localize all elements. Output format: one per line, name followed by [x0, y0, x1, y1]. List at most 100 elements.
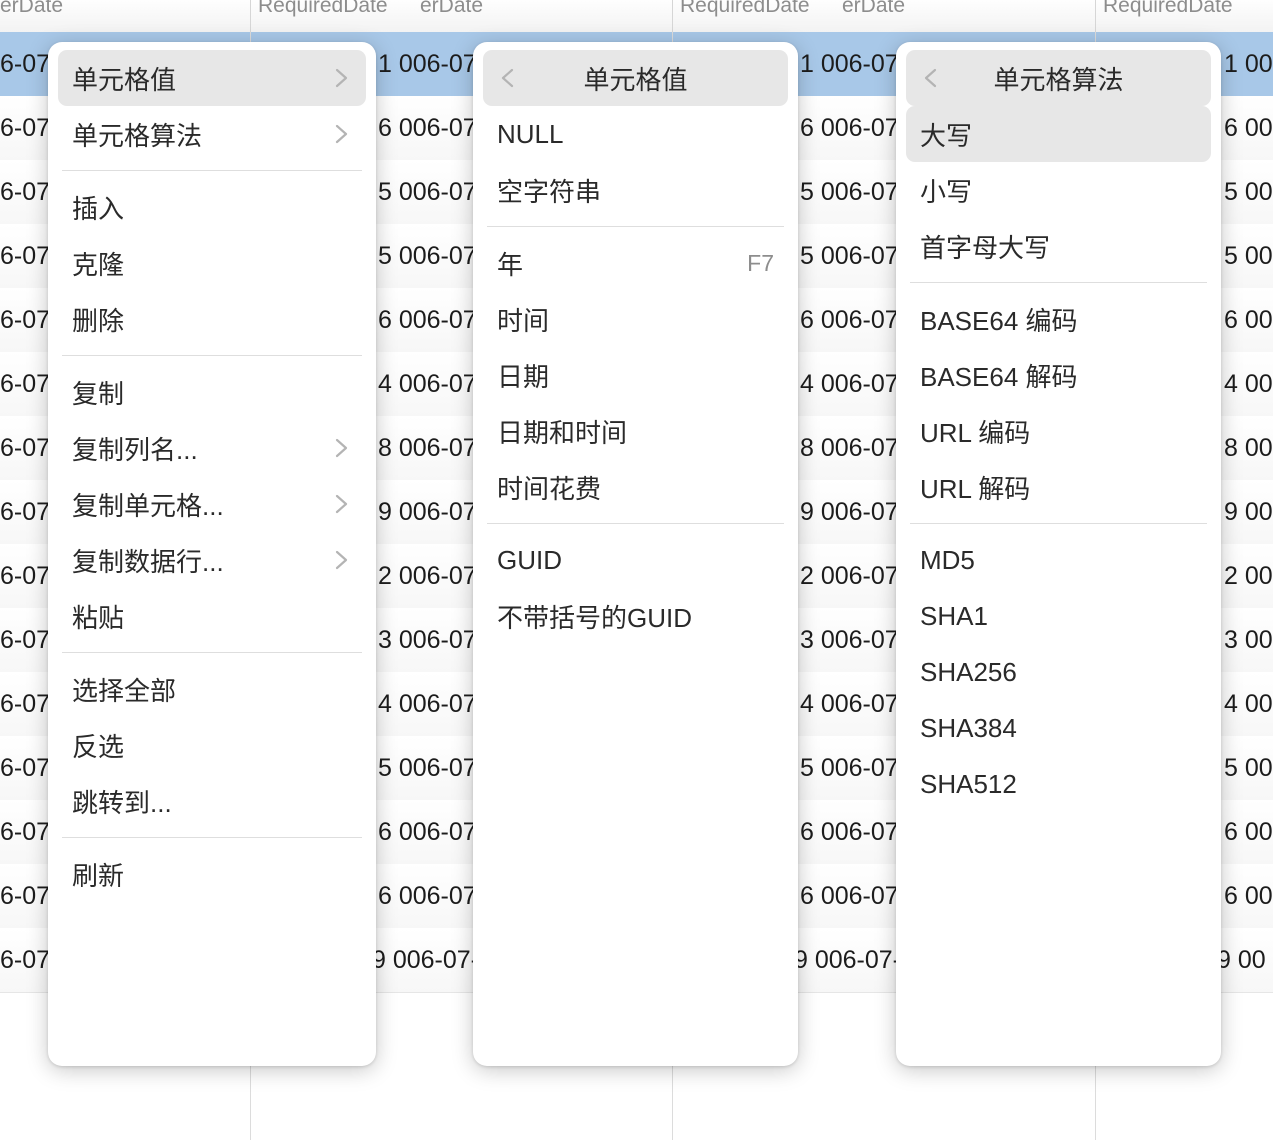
menu-item-label: 单元格值	[72, 64, 177, 95]
menu-item[interactable]: 粘贴	[58, 588, 366, 644]
chevron-left-icon[interactable]	[920, 67, 942, 89]
column-header[interactable]: erDate	[842, 0, 1092, 22]
column-header[interactable]: RequiredDate	[1103, 0, 1273, 22]
menu-item[interactable]: 年 F7	[483, 235, 788, 291]
grid-cell[interactable]: 4 00	[1224, 672, 1273, 736]
menu-item[interactable]: NULL	[483, 106, 788, 162]
column-header[interactable]: erDate	[0, 0, 250, 22]
menu-separator	[487, 523, 784, 524]
menu-item[interactable]: 单元格值	[58, 50, 366, 106]
menu-item[interactable]: 时间花费	[483, 459, 788, 515]
menu-item-label: URL 解码	[920, 473, 1031, 504]
grid-cell[interactable]: 9 00	[1224, 480, 1273, 544]
menu-item[interactable]: SHA1	[906, 588, 1211, 644]
menu-item[interactable]: 复制单元格...	[58, 476, 366, 532]
menu-item[interactable]: GUID	[483, 532, 788, 588]
menu-item[interactable]: 小写	[906, 162, 1211, 218]
context-menu[interactable]: 单元格值单元格算法插入克隆删除复制复制列名... 复制单元格... 复制数据行...…	[48, 42, 376, 1066]
menu-item[interactable]: 空字符串	[483, 162, 788, 218]
chevron-right-icon	[335, 124, 348, 144]
menu-item-label: 小写	[920, 176, 973, 207]
menu-separator	[910, 523, 1207, 524]
menu-item-label: SHA512	[920, 768, 1017, 799]
menu-separator	[62, 355, 362, 356]
menu-item-label: 日期	[497, 361, 550, 392]
menu-item[interactable]: BASE64 编码	[906, 291, 1211, 347]
menu-item-label: MD5	[920, 544, 975, 575]
menu-item-shortcut: F7	[747, 249, 774, 276]
grid-cell[interactable]: 4 00	[1224, 352, 1273, 416]
submenu-header[interactable]: 单元格值	[483, 50, 788, 106]
menu-item-label: 大写	[920, 120, 973, 151]
column-resize-handle[interactable]	[250, 0, 251, 32]
column-resize-handle[interactable]	[1095, 0, 1096, 32]
menu-item[interactable]: 删除	[58, 291, 366, 347]
menu-item-label: 复制	[72, 378, 125, 409]
menu-item-label: 跳转到...	[72, 787, 172, 818]
menu-separator	[487, 226, 784, 227]
menu-item-label: SHA256	[920, 656, 1017, 687]
column-header[interactable]: RequiredDate	[680, 0, 840, 22]
menu-item[interactable]: SHA256	[906, 644, 1211, 700]
menu-item-label: 不带括号的GUID	[497, 602, 693, 633]
grid-cell[interactable]: 6 00	[1224, 288, 1273, 352]
grid-cell[interactable]: 8 00	[1224, 416, 1273, 480]
grid-header-row: erDate RequiredDate erDate RequiredDate erDa…	[0, 0, 1273, 33]
menu-item-label: 克隆	[72, 249, 125, 280]
chevron-right-icon	[335, 550, 348, 570]
menu-item[interactable]: 复制数据行...	[58, 532, 366, 588]
menu-item-label: URL 编码	[920, 417, 1031, 448]
menu-item[interactable]: 大写	[906, 106, 1211, 162]
menu-item[interactable]: 反选	[58, 717, 366, 773]
menu-item[interactable]: 复制	[58, 364, 366, 420]
menu-item-label: 复制列名...	[72, 434, 198, 465]
menu-item[interactable]: 克隆	[58, 235, 366, 291]
menu-item-label: 时间	[497, 305, 550, 336]
menu-item-label: 复制单元格...	[72, 490, 224, 521]
grid-cell[interactable]: 6 00	[1224, 800, 1273, 864]
menu-item[interactable]: URL 编码	[906, 403, 1211, 459]
menu-item[interactable]: SHA512	[906, 756, 1211, 812]
menu-item-label: 反选	[72, 731, 125, 762]
menu-separator	[62, 170, 362, 171]
grid-cell[interactable]: 3 00	[1224, 608, 1273, 672]
chevron-right-icon	[335, 68, 348, 88]
grid-cell[interactable]: 2 00	[1224, 544, 1273, 608]
column-resize-handle[interactable]	[672, 0, 673, 32]
column-header[interactable]: RequiredDate	[258, 0, 418, 22]
grid-cell[interactable]: 6 00	[1224, 96, 1273, 160]
grid-cell[interactable]: 1 00	[1224, 32, 1273, 96]
menu-item[interactable]: 首字母大写	[906, 218, 1211, 274]
grid-cell[interactable]: 5 00	[1224, 736, 1273, 800]
menu-item[interactable]: 刷新	[58, 846, 366, 902]
menu-item[interactable]: URL 解码	[906, 459, 1211, 515]
submenu-title: 单元格值	[583, 64, 688, 95]
screen: erDate RequiredDate erDate RequiredDate erDa…	[0, 0, 1273, 1140]
menu-item-label: 空字符串	[497, 176, 602, 207]
menu-item[interactable]: BASE64 解码	[906, 347, 1211, 403]
submenu-header[interactable]: 单元格算法	[906, 50, 1211, 106]
menu-item[interactable]: 单元格算法	[58, 106, 366, 162]
menu-item[interactable]: MD5	[906, 532, 1211, 588]
menu-item-label: GUID	[497, 544, 562, 575]
grid-cell[interactable]: 5 00	[1224, 224, 1273, 288]
menu-item[interactable]: SHA384	[906, 700, 1211, 756]
menu-item[interactable]: 插入	[58, 179, 366, 235]
menu-item[interactable]: 不带括号的GUID	[483, 588, 788, 644]
menu-item[interactable]: 日期	[483, 347, 788, 403]
menu-item-label: 删除	[72, 305, 125, 336]
cell-value-submenu[interactable]: 单元格值 NULL 空字符串年 F7 时间日期日期和时间 时间花费 GUID 不带括号的GUI…	[473, 42, 798, 1066]
menu-item-label: 复制数据行...	[72, 546, 224, 577]
menu-item[interactable]: 复制列名...	[58, 420, 366, 476]
submenu-title: 单元格算法	[993, 64, 1124, 95]
menu-item[interactable]: 跳转到...	[58, 773, 366, 829]
menu-item[interactable]: 时间	[483, 291, 788, 347]
cell-algorithm-submenu[interactable]: 单元格算法 大写小写首字母大写 BASE64 编码 BASE64 解码 URL 编码 UR…	[896, 42, 1221, 1066]
menu-item[interactable]: 日期和时间	[483, 403, 788, 459]
menu-item-label: 单元格算法	[72, 120, 203, 151]
grid-cell[interactable]: 6 00	[1224, 864, 1273, 928]
menu-item-label: 刷新	[72, 860, 125, 891]
menu-item[interactable]: 选择全部	[58, 661, 366, 717]
chevron-left-icon[interactable]	[497, 67, 519, 89]
grid-cell[interactable]: 5 00	[1224, 160, 1273, 224]
